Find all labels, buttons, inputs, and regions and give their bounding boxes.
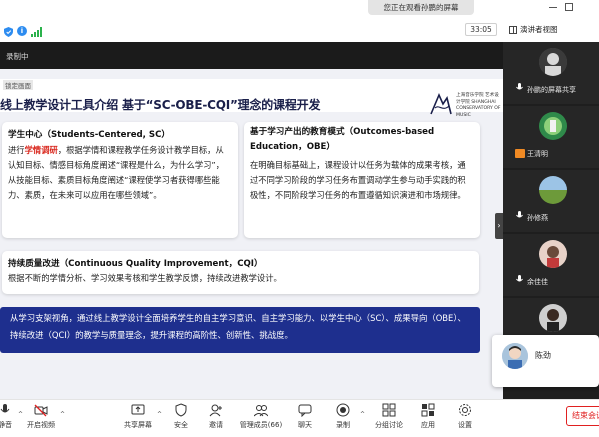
- slide-title: 线上教学设计工具介绍 基于“SC-OBE-CQI”理念的课程开发: [0, 98, 321, 112]
- video-options-caret-icon[interactable]: ^: [60, 411, 65, 418]
- sc-card-body: 进行学情调研，根据学情和课程教学任务设计教学目标，从认知目标、情感目标角度阐述“…: [8, 143, 232, 203]
- sc-body-prefix: 进行: [8, 145, 25, 155]
- security-shield-icon[interactable]: [4, 27, 13, 37]
- participant-name: 孙鹏的屏幕共享: [527, 86, 576, 94]
- manage-members-button[interactable]: 管理成员(66): [236, 403, 286, 437]
- slide-header: 线上教学设计工具介绍 基于“SC-OBE-CQI”理念的课程开发 上海音乐学院 …: [0, 79, 503, 118]
- minimize-icon[interactable]: [549, 7, 557, 8]
- network-signal-icon[interactable]: [31, 27, 42, 37]
- share-options-caret-icon[interactable]: ^: [157, 411, 162, 418]
- top-bar: 您正在观看孙鹏的屏幕 i 33:05 演讲者视图: [0, 0, 599, 42]
- video-off-icon: [34, 404, 48, 417]
- chat-icon: [298, 404, 312, 417]
- apps-button[interactable]: 应用: [416, 403, 440, 437]
- avatar: [539, 112, 567, 140]
- start-video-label: 开启视频: [27, 421, 55, 429]
- chat-label: 聊天: [298, 421, 312, 429]
- shield-icon: [175, 403, 187, 417]
- maximize-icon[interactable]: [565, 3, 573, 11]
- summary-box: 从学习支架视角，通过线上教学设计全面培养学生的自主学习意识、自主学习能力、以学生…: [0, 307, 480, 353]
- participant-name: 孙修燕: [527, 214, 548, 222]
- participant-tile[interactable]: 余佳佳: [503, 234, 599, 296]
- academy-logo-text: 上海音乐学院 艺术设计学院 SHANGHAI CONSERVATORY OF M…: [456, 93, 501, 118]
- obe-card-heading: 基于学习产出的教育模式（Outcomes-based Education，OBE…: [250, 127, 435, 152]
- share-screen-button[interactable]: 共享屏幕: [120, 403, 156, 437]
- record-label: 录制: [336, 421, 350, 429]
- mic-icon: [516, 211, 523, 218]
- meeting-timer: 33:05: [465, 23, 497, 36]
- manage-members-label: 管理成员(66): [239, 421, 283, 429]
- sc-body-highlight: 学情调研: [24, 145, 58, 155]
- sc-card-heading: 学生中心（Students-Centered, SC）: [8, 130, 171, 140]
- obe-card: 基于学习产出的教育模式（Outcomes-based Education，OBE…: [244, 122, 480, 238]
- obe-card-body: 在明确目标基础上，课程设计以任务为载体的成果考核，通过不同学习阶段的学习任务布置…: [250, 160, 466, 200]
- breakout-icon: [382, 403, 396, 417]
- recording-label: 录制中: [6, 52, 29, 61]
- settings-button[interactable]: 设置: [453, 403, 477, 437]
- collapse-gallery-arrow-icon[interactable]: ›: [495, 213, 503, 239]
- viewing-notice[interactable]: 您正在观看孙鹏的屏幕: [368, 0, 474, 15]
- avatar: [539, 304, 567, 332]
- recording-strip: [0, 42, 503, 69]
- academy-logo-icon: [430, 92, 452, 115]
- share-screen-icon: [131, 404, 145, 415]
- shared-screen: 线上教学设计工具介绍 基于“SC-OBE-CQI”理念的课程开发 上海音乐学院 …: [0, 69, 503, 399]
- avatar: [539, 48, 567, 76]
- sc-card: 学生中心（Students-Centered, SC） 进行学情调研，根据学情和…: [2, 122, 238, 238]
- security-label: 安全: [174, 421, 188, 429]
- members-icon: [254, 405, 268, 417]
- start-video-button[interactable]: 开启视频: [26, 403, 56, 437]
- cqi-card-body: 根据不断的学情分析、学习效果考核和学生教学反馈，持续改进教学设计。: [8, 273, 282, 283]
- share-screen-label: 共享屏幕: [124, 421, 152, 429]
- mic-icon: [516, 275, 523, 282]
- end-meeting-button[interactable]: 结束会议: [566, 406, 599, 426]
- microphone-icon: [0, 404, 10, 413]
- speaker-view-label: 演讲者视图: [520, 25, 558, 34]
- settings-label: 设置: [458, 421, 472, 429]
- security-button[interactable]: 安全: [168, 403, 194, 437]
- participant-tile[interactable]: 孙修燕: [503, 170, 599, 232]
- mute-options-caret-icon[interactable]: ^: [18, 411, 23, 418]
- invite-icon: [209, 404, 222, 417]
- chat-button[interactable]: 聊天: [293, 403, 317, 437]
- breakout-rooms-button[interactable]: 分组讨论: [371, 403, 407, 437]
- mute-button[interactable]: 静音: [0, 403, 16, 437]
- speaker-view-button[interactable]: 演讲者视图: [506, 22, 598, 38]
- video-badge-icon: [515, 149, 525, 158]
- record-options-caret-icon[interactable]: ^: [360, 411, 365, 418]
- invite-label: 邀请: [209, 421, 223, 429]
- avatar: [539, 240, 567, 268]
- apps-label: 应用: [421, 421, 435, 429]
- settings-icon: [459, 404, 471, 416]
- record-button[interactable]: 录制: [331, 403, 355, 437]
- participant-tile[interactable]: 王清明: [503, 106, 599, 168]
- breakout-rooms-label: 分组讨论: [375, 421, 403, 429]
- mic-icon: [516, 83, 523, 90]
- active-speaker-name: 陈劲: [535, 351, 551, 360]
- cqi-card-heading: 持续质量改进（Continuous Quality Improvement，CQ…: [8, 259, 263, 269]
- apps-icon: [421, 403, 435, 417]
- avatar: [539, 176, 567, 204]
- participant-name: 王清明: [527, 150, 548, 158]
- active-speaker-card[interactable]: 陈劲: [492, 335, 599, 387]
- lock-screen-label[interactable]: 锁定画面: [3, 80, 33, 90]
- grid-icon: [509, 26, 517, 34]
- cqi-card: 持续质量改进（Continuous Quality Improvement，CQ…: [2, 251, 479, 294]
- invite-button[interactable]: 邀请: [203, 403, 229, 437]
- record-icon: [336, 403, 350, 417]
- meeting-info-icon[interactable]: i: [17, 26, 27, 36]
- participant-name: 余佳佳: [527, 278, 548, 286]
- mute-label: 静音: [0, 421, 12, 429]
- participant-tile[interactable]: 孙鹏的屏幕共享: [503, 42, 599, 104]
- meeting-toolbar: 静音 ^ 开启视频 ^ 共享屏幕 ^ 安全 邀请 管理成员(66) 聊天 录制 …: [0, 399, 599, 437]
- avatar: [502, 343, 528, 369]
